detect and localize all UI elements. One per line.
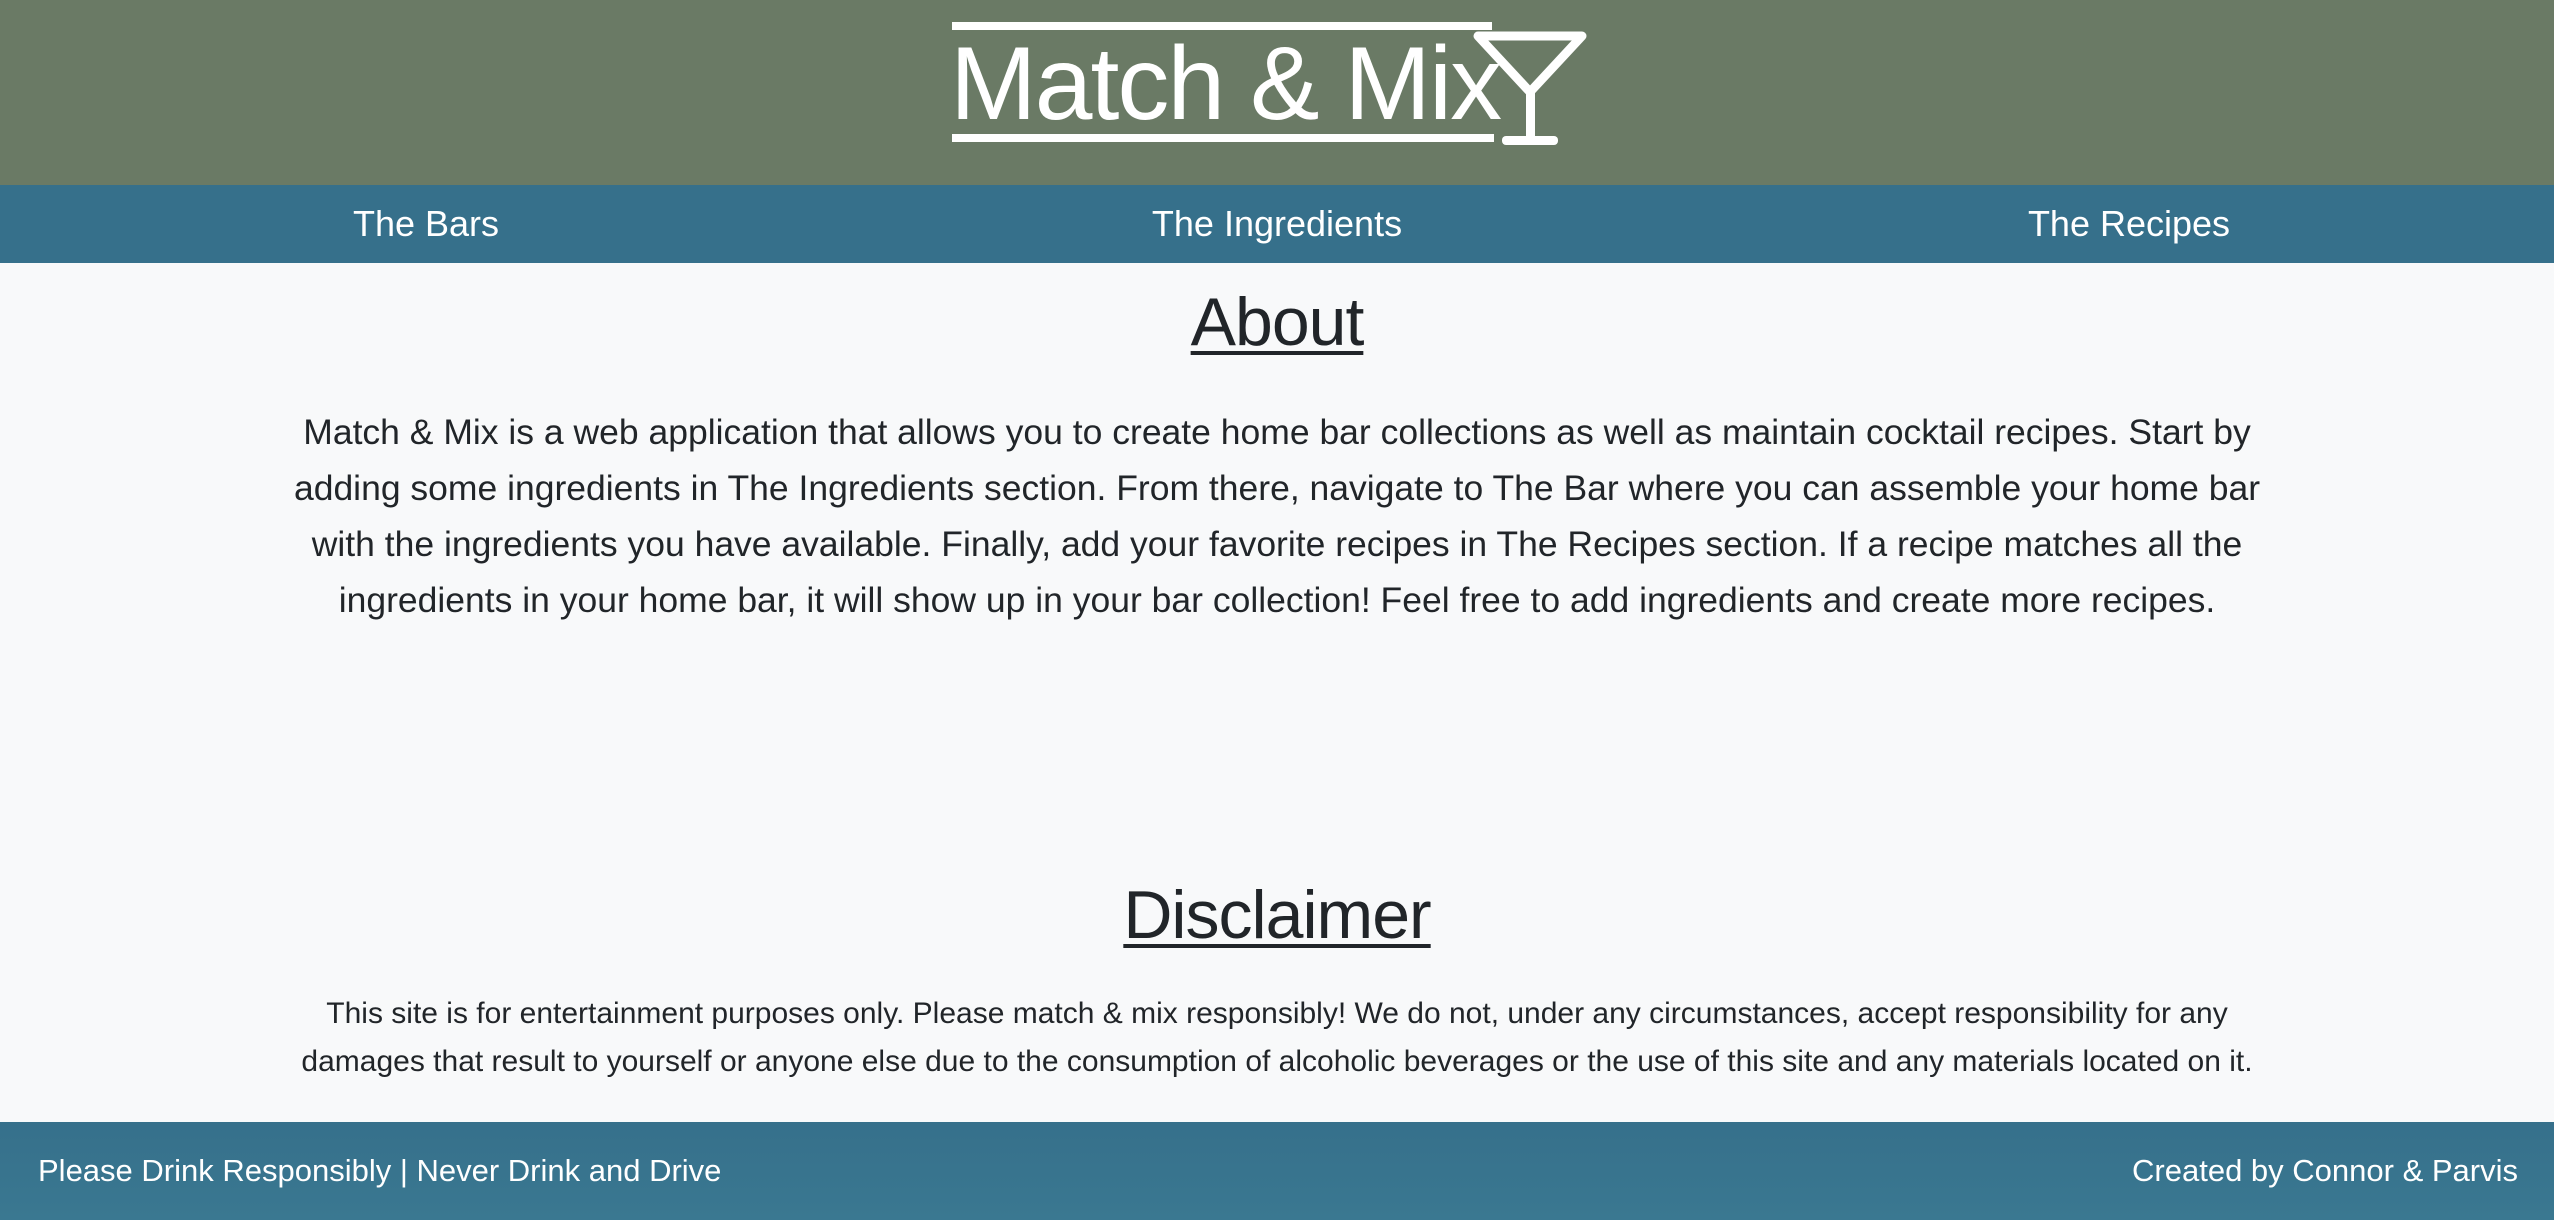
martini-glass-icon [1473, 31, 1587, 145]
site-header: Match & Mix [0, 0, 2554, 185]
logo-text: Match & Mix [950, 26, 1502, 142]
nav-item-bars[interactable]: The Bars [253, 185, 599, 263]
main-nav: The Bars The Ingredients The Recipes [0, 185, 2554, 263]
site-footer: Please Drink Responsibly | Never Drink a… [0, 1122, 2554, 1220]
logo-home-link[interactable]: Match & Mix [950, 22, 1588, 146]
about-text: Match & Mix is a web application that al… [293, 412, 2261, 620]
footer-safety-message: Please Drink Responsibly | Never Drink a… [38, 1153, 722, 1188]
nav-item-ingredients[interactable]: The Ingredients [1104, 185, 1450, 263]
logo-underline [952, 134, 1494, 142]
nav-item-recipes[interactable]: The Recipes [1956, 185, 2302, 263]
disclaimer-text: This site is for entertainment purposes … [301, 997, 2253, 1078]
disclaimer-heading: Disclaimer [1123, 877, 1431, 953]
about-heading: About [1190, 284, 1365, 360]
footer-credits: Created by Connor & Parvis [2132, 1153, 2518, 1188]
